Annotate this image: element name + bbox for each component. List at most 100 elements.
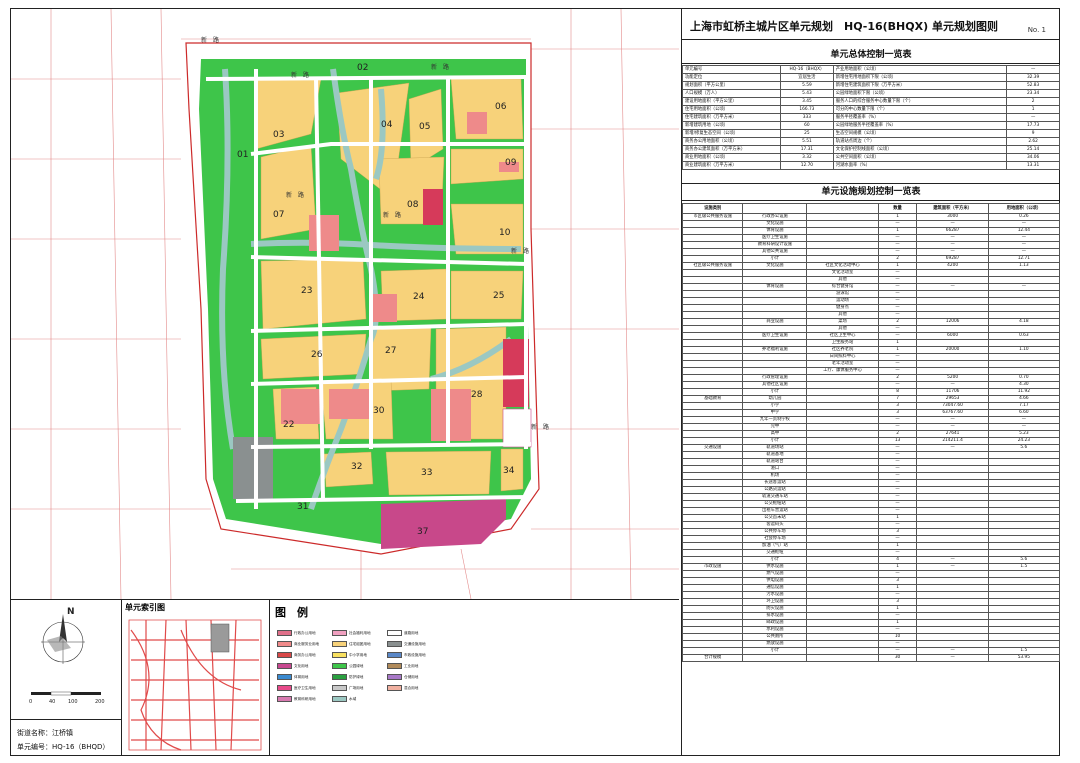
facility-cell [806, 500, 879, 508]
facility-cell: 小学 [742, 402, 808, 410]
facility-cell [806, 451, 879, 459]
facility-cell [681, 647, 744, 655]
legend-swatch [332, 696, 347, 702]
legend-label: 商务办公用地 [294, 652, 316, 657]
overall-row: 住宅用地面积（公顷） 166.73 可分的中心数量下限（个） 1 [681, 105, 1060, 114]
facility-cell [987, 507, 1061, 515]
facility-cell: 73047.60 [916, 402, 989, 410]
facility-row: 九年一贯制学校 — — — [681, 416, 1061, 424]
legend-swatch [387, 641, 402, 647]
facility-cell: 0.63 [987, 332, 1061, 340]
facility-cell: — [877, 297, 918, 305]
facility-cell: — [987, 283, 1061, 291]
facility-row: 轨道站台 — [681, 458, 1061, 466]
overall-row: 商务办公建筑面积（万平方米） 17.31 文化保护控制线面积（公顷） 25.14 [681, 145, 1060, 154]
overall-cell: 可分的中心数量下限（个） [832, 105, 1008, 114]
title-bar: 上海市虹桥主城片区单元规划 HQ-16(BHQX) 单元规划图则 No. 1 [682, 9, 1060, 40]
facility-cell: 63767.60 [916, 409, 989, 417]
public-facility-block-37 [381, 499, 506, 549]
facility-cell [987, 367, 1061, 375]
facility-cell [987, 528, 1061, 536]
facility-cell [806, 577, 879, 585]
facility-cell: — [877, 367, 918, 375]
svg-text:新 路: 新 路 [286, 191, 304, 199]
facility-cell [987, 339, 1061, 347]
facility-cell [916, 633, 989, 641]
facility-cell [987, 535, 1061, 543]
facility-row: 公路货运站 — [681, 486, 1061, 494]
facility-cell: — [877, 325, 918, 333]
legend-swatch [277, 663, 292, 669]
facility-cell [987, 479, 1061, 487]
legend-swatch [387, 685, 402, 691]
facility-cell: — [916, 444, 989, 452]
legend-swatch [332, 685, 347, 691]
overall-row: 商务办公用地面积（公顷） 5.51 轨道站点周边（个） 2.62 [681, 137, 1060, 146]
facility-cell [987, 458, 1061, 466]
facility-cell: 2 [877, 430, 918, 438]
facility-cell: 日间照料中心 [806, 353, 879, 361]
scale-tick-3: 200 [95, 699, 105, 705]
facility-row: 交通设施 轨道场站 — —5.6 [681, 444, 1061, 452]
commercial-block-24 [373, 294, 397, 322]
facility-cell [742, 304, 808, 312]
parcel-label-27: 27 [385, 346, 396, 356]
legend-label: 公园绿地 [349, 663, 364, 668]
facility-cell: 1.5 [987, 563, 1061, 571]
facility-cell: 公共停车场 [742, 528, 808, 536]
facility-cell: 214211.4 [916, 437, 989, 445]
overall-cell: 17.31 [780, 145, 834, 154]
facility-cell: 公路货运站 [742, 486, 808, 494]
legend-swatch [277, 652, 292, 658]
facility-cell: 体育设施 [742, 227, 808, 235]
overall-cell: 公共空间面积（公顷） [832, 153, 1008, 162]
svg-text:新 路: 新 路 [201, 36, 219, 44]
facility-cell [681, 220, 744, 228]
facility-cell [681, 227, 744, 235]
parcel-label-22: 22 [283, 420, 294, 430]
facility-cell: 文化设施 [742, 220, 808, 228]
facility-cell: — [877, 486, 918, 494]
facility-cell [681, 458, 744, 466]
overall-cell: 52.83 [1006, 81, 1060, 90]
overall-cell: 2.62 [1006, 137, 1060, 146]
facility-cell [916, 500, 989, 508]
facility-cell [987, 290, 1061, 298]
legend-item: 商业服务业用地 [277, 641, 319, 647]
street-name: 街道名称：江桥镇 [17, 729, 73, 737]
facility-row: 教育科研设计设施 — — — [681, 241, 1061, 249]
facility-cell [987, 353, 1061, 361]
facility-cell: 1 [877, 213, 918, 221]
overall-cell: 人口规模（万人） [681, 89, 782, 98]
facility-cell: 社区养老院 [806, 346, 879, 354]
facility-row: 燃气设施 — [681, 570, 1061, 578]
facility-cell: — [987, 241, 1061, 249]
facility-cell: — [877, 465, 918, 473]
legend-label: 水域 [349, 696, 357, 701]
facility-cell: 港口 [742, 465, 808, 473]
facility-cell [806, 374, 879, 382]
facility-cell [681, 332, 744, 340]
legend-item: 公园绿地 [332, 663, 363, 669]
facility-cell [681, 528, 744, 536]
overall-cell: 住宅建筑面积（万平方米） [681, 113, 782, 122]
facility-cell: 3 [877, 598, 918, 606]
overall-row: 规划面积（平方公里） 5.59 新增住宅建筑面积下限（万平方米） 52.83 [681, 81, 1060, 90]
facility-row: 其他 — [681, 276, 1061, 284]
overall-cell: 25 [780, 129, 834, 138]
facility-cell: 3 [877, 409, 918, 417]
overall-row: 人口规模（万人） 5.43 公园绿地面积下限（公顷） 23.34 [681, 89, 1060, 98]
facility-row: 体育设施 综合健身馆 — — — [681, 283, 1061, 291]
facility-cell [916, 297, 989, 305]
facility-cell [916, 360, 989, 368]
facility-cell [916, 367, 989, 375]
facility-cell [681, 290, 744, 298]
facility-cell: 29653 [916, 395, 989, 403]
facility-cell: 6.60 [987, 409, 1061, 417]
facility-cell: 其他社区设施 [742, 381, 808, 389]
facility-cell: 5.6 [987, 444, 1061, 452]
facility-cell [742, 297, 808, 305]
facility-cell: — [916, 416, 989, 424]
facility-cell [742, 269, 808, 277]
facility-cell [806, 549, 879, 557]
